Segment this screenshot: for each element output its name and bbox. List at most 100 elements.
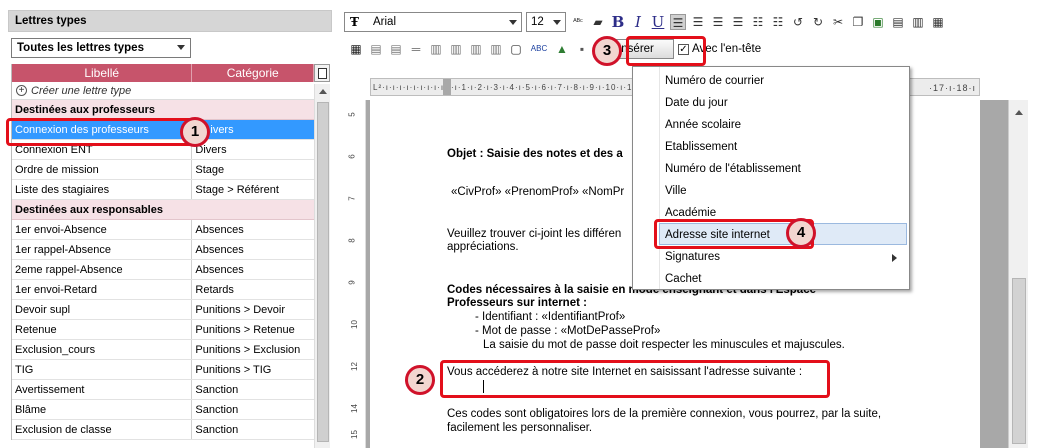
font-size-value: 12 [531,16,544,28]
align-right-icon[interactable]: ☰ [730,14,746,30]
row-label: Blâme [12,400,193,419]
menu-item-annee-scolaire[interactable]: Année scolaire [665,114,905,136]
split-cell-icon[interactable]: ▥ [488,41,504,57]
group-header-responsables[interactable]: Destinées aux responsables [12,200,314,220]
scroll-up-icon[interactable] [319,89,327,94]
menu-icon-gutter [659,67,660,289]
table-row[interactable]: 1er rappel-Absence Absences [12,240,314,260]
table-row[interactable]: Ordre de mission Stage [12,160,314,180]
indent-icon[interactable]: ☷ [750,14,766,30]
column-header-libelle[interactable]: Libellé [12,64,193,82]
chevron-right-icon [892,254,897,262]
row-category: Retards [195,284,234,296]
table-row[interactable]: Exclusion_cours Punitions > Exclusion [12,340,314,360]
column-right-icon[interactable]: ▥ [468,41,484,57]
table-row[interactable]: 1er envoi-Absence Absences [12,220,314,240]
row-category: ivers [192,120,314,139]
table-row[interactable]: 2eme rappel-Absence Absences [12,260,314,280]
align-center-icon[interactable]: ☰ [690,14,706,30]
create-letter-type-label: Créer une lettre type [31,84,132,97]
step-badge-2: 2 [405,365,435,395]
letter-type-filter-select[interactable]: Toutes les lettres types [11,38,191,58]
scroll-up-icon[interactable] [1015,110,1023,115]
row-category: Sanction [195,424,239,436]
row-category: Sanction [195,404,239,416]
table-row[interactable]: Liste des stagiaires Stage > Référent [12,180,314,200]
chevron-down-icon [553,20,561,25]
row-label: Avertissement [12,380,193,399]
table-row-below-icon[interactable]: ▤ [388,41,404,57]
list-scrollbar[interactable] [314,84,330,448]
font-family-value: Arial [373,16,397,28]
table-row[interactable]: 1er envoi-Retard Retards [12,280,314,300]
highlight-box-1 [6,118,195,146]
underline-icon[interactable]: U [650,14,666,30]
font-size-select[interactable]: 12 [526,12,566,32]
table-row[interactable]: Devoir supl Punitions > Devoir [12,300,314,320]
columns-icon[interactable]: ▤ [890,14,906,30]
italic-icon[interactable]: I [630,14,646,30]
cut-icon[interactable]: ✂ [830,14,846,30]
row-category: Punitions > Devoir [195,304,285,316]
text-field-icon[interactable]: ABC [528,41,550,57]
menu-item-signatures[interactable]: Signatures [665,246,905,268]
row-category: Punitions > Exclusion [195,344,301,356]
table-row[interactable]: TIG Punitions > TIG [12,360,314,380]
menu-item-date-jour[interactable]: Date du jour [665,92,905,114]
table-row[interactable]: Avertissement Sanction [12,380,314,400]
column-header-categorie[interactable]: Catégorie [192,64,314,82]
doc-objet: Objet : Saisie des notes et des a [447,148,623,160]
spellcheck-icon[interactable]: ᴬᴮᶜ [570,14,586,30]
column-settings-icon[interactable] [314,64,330,82]
copy-icon[interactable]: ❐ [850,14,866,30]
undo-icon[interactable]: ↺ [790,14,806,30]
highlight-box-2 [440,360,830,398]
vertical-ruler: 567 8 9 10 12 14 15 [344,100,366,448]
merge-cells-icon[interactable]: ▥ [428,41,444,57]
paste-icon[interactable]: ▣ [870,14,886,30]
table-row[interactable]: Exclusion de classe Sanction [12,420,314,440]
doc-password-note: La saisie du mot de passe doit respecter… [483,339,845,351]
doc-para1a: Veuillez trouver ci-joint les différen [447,228,622,240]
column-left-icon[interactable]: ▥ [448,41,464,57]
align-justify-icon[interactable]: ☰ [710,14,726,30]
image-icon[interactable]: ▲ [554,41,570,57]
highlight-box-3 [626,36,706,66]
font-family-select[interactable]: Ŧ Arial [344,12,522,32]
table-grid-icon[interactable]: ▦ [930,14,946,30]
outdent-icon[interactable]: ☷ [770,14,786,30]
create-letter-type-row[interactable]: + Créer une lettre type [12,82,314,100]
doc-identifiant: - Identifiant : «IdentifiantProf» [475,311,626,323]
document-scrollbar[interactable] [1008,100,1028,448]
menu-item-numero-courrier[interactable]: Numéro de courrier [665,70,905,92]
delete-row-icon[interactable]: ═ [408,41,424,57]
format-brush-icon[interactable]: ▪ [574,41,590,57]
table-row[interactable]: Retenue Punitions > Retenue [12,320,314,340]
scroll-thumb[interactable] [317,102,329,442]
row-label: 1er envoi-Retard [12,280,193,299]
scroll-thumb[interactable] [1012,278,1026,444]
row-label: Exclusion_cours [12,340,193,359]
row-category: Absences [195,224,244,236]
align-left-icon[interactable]: ☰ [670,14,686,30]
redo-icon[interactable]: ↻ [810,14,826,30]
row-category: Sanction [195,384,239,396]
bold-icon[interactable]: B [610,14,626,30]
list-icon[interactable]: ▥ [910,14,926,30]
table-row-above-icon[interactable]: ▤ [368,41,384,57]
step-badge-1: 1 [180,117,210,147]
row-label: 1er envoi-Absence [12,220,193,239]
insert-table-icon[interactable]: ▦ [348,41,364,57]
menu-item-etablissement[interactable]: Etablissement [665,136,905,158]
menu-item-cachet[interactable]: Cachet [665,268,905,290]
page-border-icon[interactable]: ▢ [508,41,524,57]
insert-dropdown-menu: Numéro de courrier Date du jour Année sc… [632,66,910,290]
row-category: Stage [195,164,225,176]
panel-title: Lettres types [8,10,332,32]
table-row[interactable]: Blâme Sanction [12,400,314,420]
highlighter-icon[interactable]: ▰ [590,14,606,30]
indent-marker[interactable] [443,79,451,95]
menu-item-ville[interactable]: Ville [665,180,905,202]
menu-item-numero-etablissement[interactable]: Numéro de l'établissement [665,158,905,180]
group-header-professeurs[interactable]: Destinées aux professeurs [12,100,314,120]
